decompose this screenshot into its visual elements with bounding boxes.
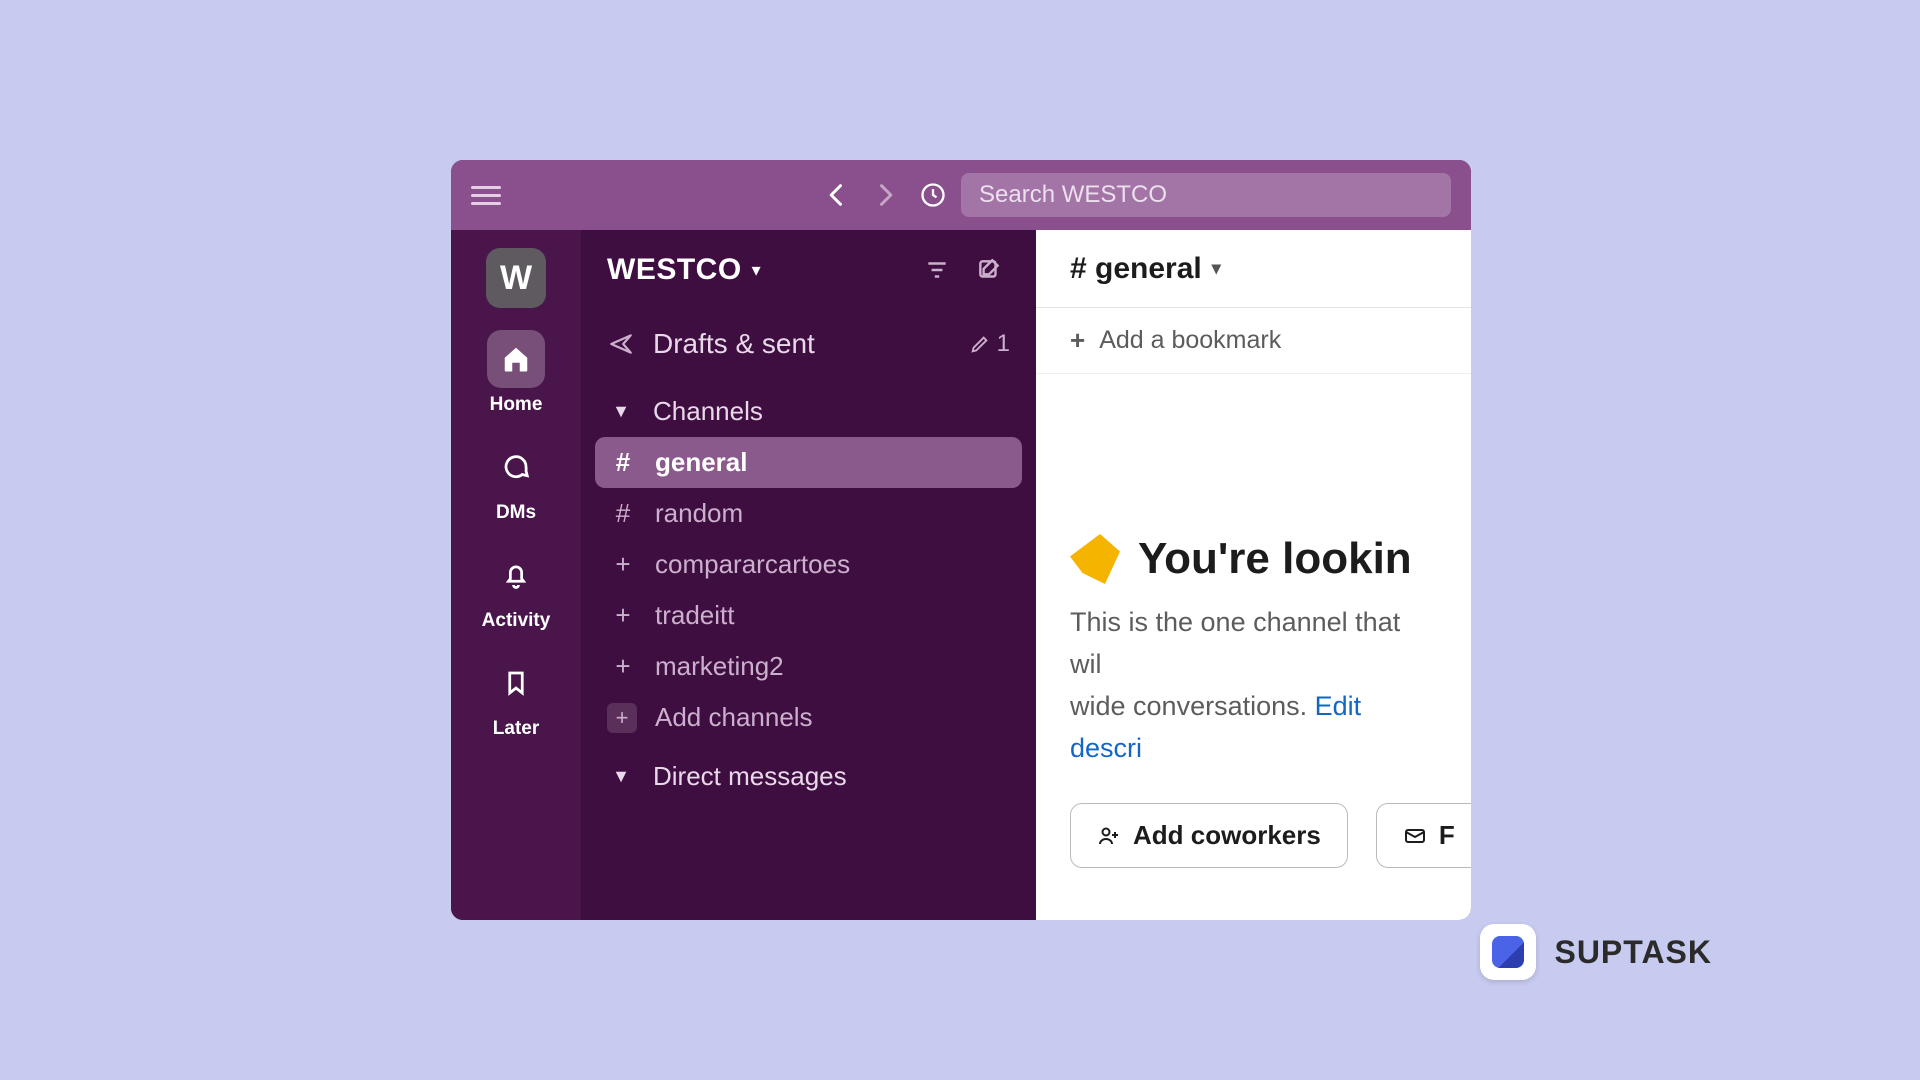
channel-name: marketing2 [655, 651, 1008, 682]
forward-button-partial[interactable]: F [1376, 803, 1471, 868]
add-bookmark-button[interactable]: + Add a bookmark [1036, 308, 1471, 374]
home-icon [487, 330, 545, 388]
send-icon [607, 331, 635, 357]
section-direct-messages[interactable]: ▼ Direct messages [581, 743, 1036, 802]
add-channels-button[interactable]: + Add channels [581, 692, 1036, 743]
channel-header: # general ▾ [1036, 230, 1471, 308]
search-input[interactable]: Search WESTCO [961, 173, 1451, 217]
channel-name: compararcartoes [655, 549, 1008, 580]
workspace-name: WESTCO [607, 253, 742, 287]
plus-icon: + [609, 549, 637, 580]
rail-item-home[interactable]: Home [487, 330, 545, 416]
rail-item-dms[interactable]: DMs [487, 438, 545, 524]
plus-icon: + [609, 651, 637, 682]
channel-name: random [655, 498, 1008, 529]
sidebar-item-drafts[interactable]: Drafts & sent 1 [581, 310, 1036, 378]
rail-label: Home [490, 394, 543, 416]
topbar: Search WESTCO [451, 160, 1471, 230]
search-placeholder: Search WESTCO [979, 181, 1167, 209]
channel-title-button[interactable]: # general ▾ [1070, 252, 1221, 286]
plus-icon: + [1070, 325, 1085, 356]
add-coworkers-button[interactable]: Add coworkers [1070, 803, 1348, 868]
section-label: Direct messages [653, 761, 1010, 792]
channel-title: # general [1070, 252, 1202, 286]
caret-down-icon: ▼ [607, 766, 635, 787]
hash-icon: # [609, 447, 637, 478]
button-label: Add coworkers [1133, 820, 1321, 851]
channel-name: tradeitt [655, 600, 1008, 631]
channel-body: You're lookin This is the one channel th… [1036, 374, 1471, 920]
workspace-switcher[interactable]: WESTCO ▾ [581, 230, 1036, 310]
button-label: F [1439, 820, 1455, 851]
channel-tradeitt[interactable]: + tradeitt [595, 590, 1022, 641]
megaphone-icon [1070, 534, 1120, 584]
rail-item-activity[interactable]: Activity [482, 546, 551, 632]
dms-icon [487, 438, 545, 496]
plus-icon: + [609, 600, 637, 631]
sidebar: WESTCO ▾ Drafts & sent 1 [581, 230, 1036, 920]
rail-label: DMs [496, 502, 536, 524]
workspace-badge[interactable]: W [486, 248, 546, 308]
chevron-down-icon: ▾ [752, 260, 761, 281]
section-channels[interactable]: ▼ Channels [581, 378, 1036, 437]
brand-logo [1480, 924, 1536, 980]
channel-random[interactable]: # random [595, 488, 1022, 539]
hero-title: You're lookin [1138, 534, 1412, 584]
app-window: Search WESTCO W Home DMs [451, 160, 1471, 920]
menu-icon[interactable] [471, 180, 501, 210]
history-icon[interactable] [913, 175, 953, 215]
channel-marketing2[interactable]: + marketing2 [595, 641, 1022, 692]
rail-item-later[interactable]: Later [487, 654, 545, 740]
bookmark-label: Add a bookmark [1099, 326, 1281, 355]
back-button[interactable] [817, 175, 857, 215]
caret-down-icon: ▼ [607, 401, 635, 422]
chevron-down-icon: ▾ [1212, 258, 1221, 279]
channel-name: general [655, 447, 1008, 478]
rail: W Home DMs Activity [451, 230, 581, 920]
section-label: Channels [653, 396, 1010, 427]
compose-icon[interactable] [968, 249, 1010, 291]
drafts-label: Drafts & sent [653, 328, 951, 360]
channel-description: This is the one channel that wil wide co… [1070, 602, 1437, 769]
rail-label: Later [493, 718, 539, 740]
plus-box-icon: + [607, 703, 637, 733]
drafts-count: 1 [969, 330, 1010, 358]
forward-button[interactable] [865, 175, 905, 215]
channel-compararcartoes[interactable]: + compararcartoes [595, 539, 1022, 590]
bookmark-icon [487, 654, 545, 712]
bell-icon [487, 546, 545, 604]
channel-general[interactable]: # general [595, 437, 1022, 488]
add-channels-label: Add channels [655, 702, 1010, 733]
brand-name: SUPTASK [1554, 934, 1712, 971]
filter-icon[interactable] [916, 249, 958, 291]
brand-badge: SUPTASK [1480, 924, 1712, 980]
rail-label: Activity [482, 610, 551, 632]
hash-icon: # [609, 498, 637, 529]
main-content: # general ▾ + Add a bookmark You're look… [1036, 230, 1471, 920]
